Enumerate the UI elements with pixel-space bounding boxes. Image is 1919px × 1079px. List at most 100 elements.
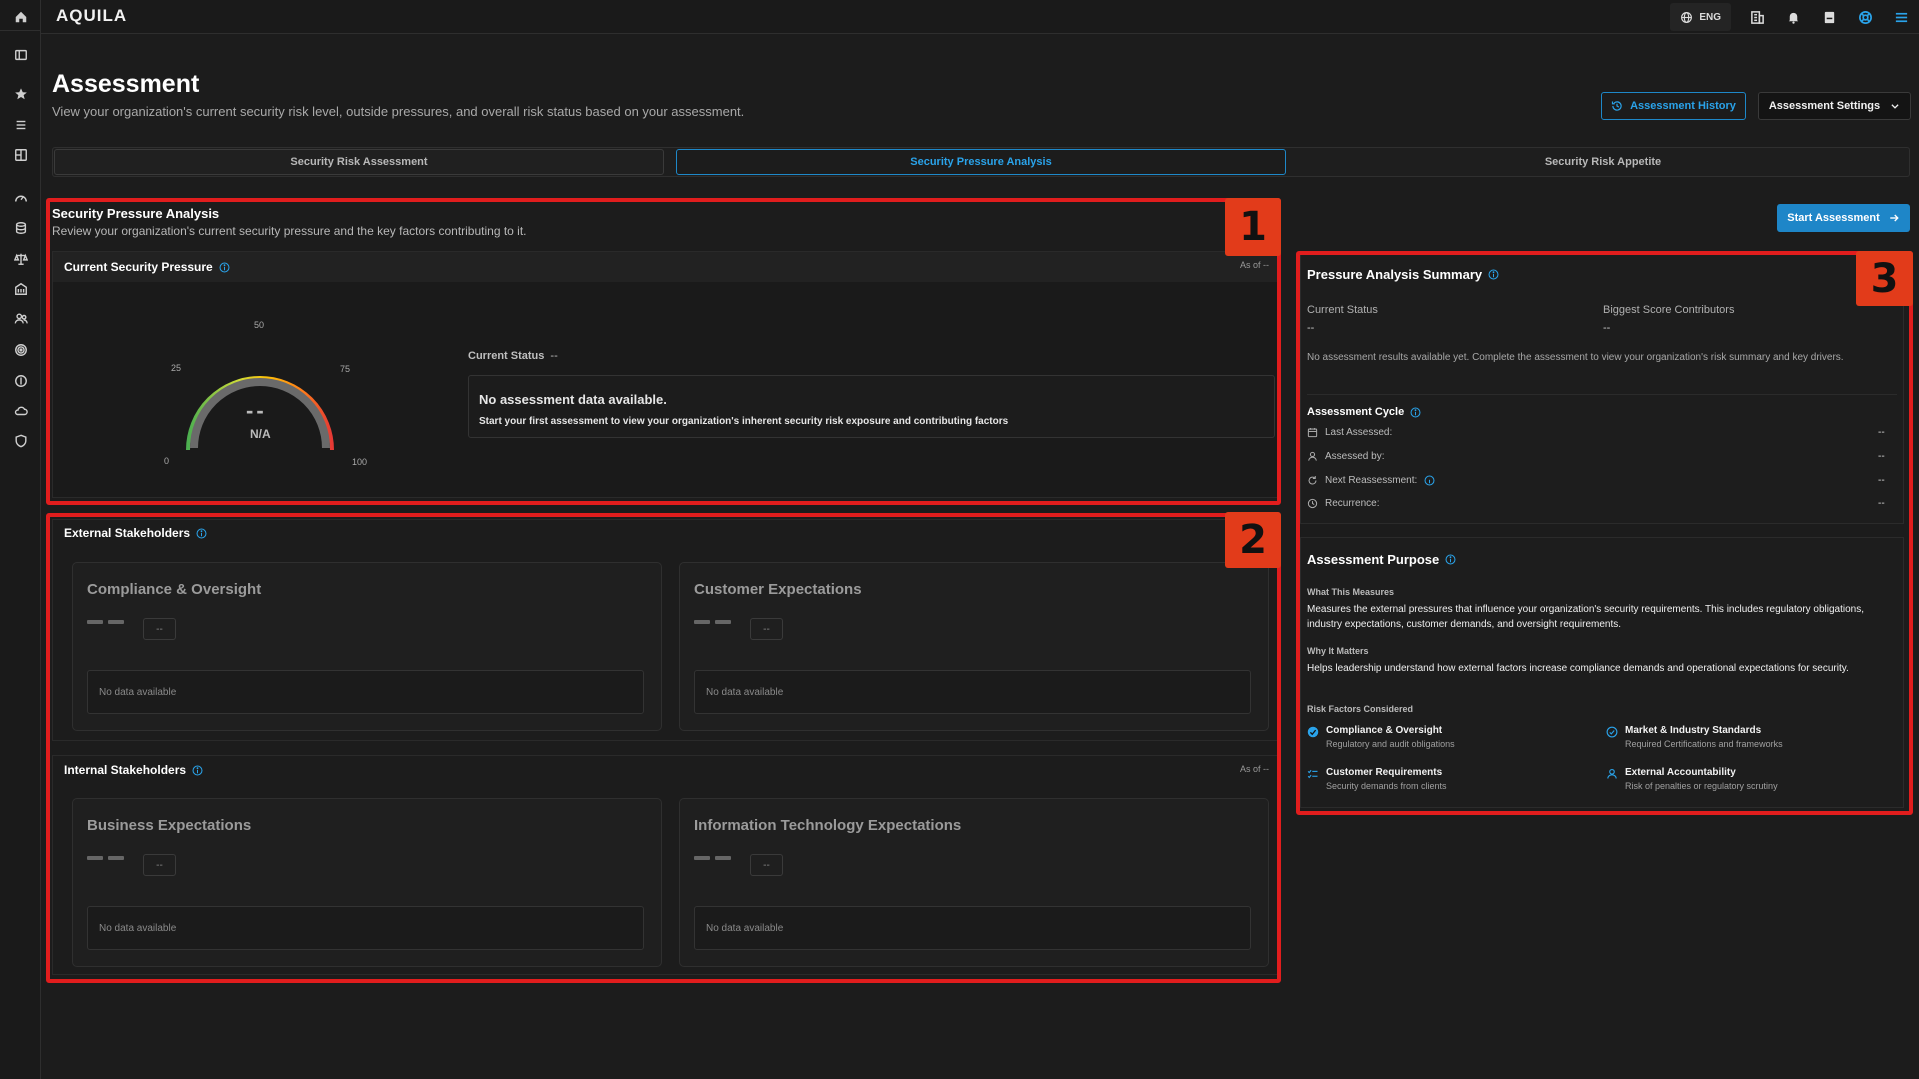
home-icon[interactable] <box>0 3 41 31</box>
risk-factor-compliance: Compliance & Oversight Regulatory and aud… <box>1307 725 1455 749</box>
info-icon[interactable] <box>1488 269 1499 280</box>
speedometer-icon[interactable] <box>0 186 41 210</box>
external-stakeholders-title: External Stakeholders <box>64 526 207 540</box>
bell-icon[interactable] <box>1775 0 1811 34</box>
external-stakeholders-text: External Stakeholders <box>64 526 191 540</box>
cycle-label: Recurrence: <box>1325 498 1380 509</box>
score-chip: -- <box>143 854 176 876</box>
cycle-next-reassessment: Next Reassessment: <box>1307 475 1435 486</box>
tab-security-risk-assessment[interactable]: Security Risk Assessment <box>54 149 664 175</box>
tab-security-pressure-analysis[interactable]: Security Pressure Analysis <box>676 149 1286 175</box>
inbox-icon[interactable] <box>1811 0 1847 34</box>
info-icon[interactable] <box>1445 554 1456 565</box>
annotation-tag-2: 2 <box>1225 512 1281 568</box>
top-bar: AQUILA ENG <box>41 0 1919 34</box>
score-placeholder <box>694 856 731 860</box>
person-icon <box>1607 768 1617 779</box>
card-title: Compliance & Oversight <box>87 581 262 598</box>
cloud-icon[interactable] <box>0 399 41 423</box>
app-logo[interactable]: AQUILA <box>56 6 127 26</box>
cycle-recurrence-value: -- <box>1878 498 1885 509</box>
it-expectations-card: Information Technology Expectations -- N… <box>679 798 1269 967</box>
assessment-cycle-text: Assessment Cycle <box>1307 406 1405 418</box>
info-icon[interactable] <box>192 765 203 776</box>
card-title-text: Current Security Pressure <box>64 260 213 274</box>
check-circle-icon <box>1307 726 1319 738</box>
menu-icon[interactable] <box>1883 0 1919 34</box>
risk-factor-sub: Required Certifications and frameworks <box>1625 739 1783 749</box>
list-icon[interactable] <box>0 113 41 137</box>
no-assessment-title: No assessment data available. <box>479 392 667 407</box>
assessment-settings-button[interactable]: Assessment Settings <box>1758 92 1911 120</box>
summary-title-text: Pressure Analysis Summary <box>1307 267 1483 282</box>
compliance-oversight-card: Compliance & Oversight -- No data availa… <box>72 562 662 731</box>
tab-security-risk-appetite[interactable]: Security Risk Appetite <box>1298 149 1908 175</box>
assessment-cycle-title: Assessment Cycle <box>1307 406 1421 418</box>
cycle-last-assessed-value: -- <box>1878 427 1885 438</box>
database-icon[interactable] <box>0 216 41 240</box>
start-assessment-label: Start Assessment <box>1787 212 1880 224</box>
info-icon[interactable] <box>196 528 207 539</box>
risk-factor-market: Market & Industry Standards Required Cert… <box>1606 725 1783 749</box>
assessment-settings-label: Assessment Settings <box>1768 100 1881 112</box>
internal-as-of-label: As of -- <box>1240 764 1270 774</box>
summary-message: No assessment results available yet. Com… <box>1307 352 1844 363</box>
language-label: ENG <box>1699 11 1721 23</box>
summary-title: Pressure Analysis Summary <box>1307 267 1499 282</box>
why-matters-text: Helps leadership understand how external… <box>1307 663 1849 674</box>
clock-icon <box>1307 498 1318 509</box>
organization-icon[interactable] <box>1739 0 1775 34</box>
gauge-tick-75: 75 <box>340 364 351 374</box>
start-assessment-button[interactable]: Start Assessment <box>1777 204 1910 232</box>
globe-icon <box>1681 11 1693 23</box>
no-assessment-subtitle: Start your first assessment to view your… <box>479 416 1009 427</box>
badge-check-icon <box>1606 726 1618 738</box>
scales-icon[interactable] <box>0 247 41 271</box>
users-icon[interactable] <box>0 307 41 331</box>
shield-icon[interactable] <box>0 429 41 453</box>
card-title: Business Expectations <box>87 817 252 834</box>
score-placeholder <box>87 620 124 624</box>
cycle-next-reassessment-value: -- <box>1878 475 1885 486</box>
info-icon[interactable] <box>1410 407 1421 418</box>
why-matters-label: Why It Matters <box>1307 646 1369 656</box>
assessment-history-label: Assessment History <box>1630 100 1736 112</box>
page-subtitle: View your organization's current securit… <box>52 104 745 119</box>
assessment-purpose-text: Assessment Purpose <box>1307 552 1440 567</box>
assessment-history-button[interactable]: Assessment History <box>1601 92 1746 120</box>
dashboard-icon[interactable] <box>0 143 41 167</box>
cycle-assessed-by-value: -- <box>1878 451 1885 462</box>
score-chip: -- <box>750 618 783 640</box>
as-of-label: As of -- <box>1239 260 1269 270</box>
current-status: Current Status -- <box>468 350 558 362</box>
risk-factors-label: Risk Factors Considered <box>1307 704 1414 714</box>
internal-stakeholders-title: Internal Stakeholders <box>64 763 203 777</box>
target-icon[interactable] <box>0 338 41 362</box>
star-icon[interactable] <box>0 82 41 106</box>
card-title: Information Technology Expectations <box>694 817 962 834</box>
score-chip: -- <box>143 618 176 640</box>
building-icon[interactable] <box>0 277 41 301</box>
risk-factor-title: External Accountability <box>1625 767 1736 778</box>
summary-current-status-value: -- <box>1307 322 1315 334</box>
no-data-box: No data available <box>87 670 644 714</box>
score-placeholder <box>87 856 124 860</box>
gauge-tick-50: 50 <box>254 320 265 330</box>
cycle-assessed-by: Assessed by: <box>1307 451 1384 462</box>
card-title: Customer Expectations <box>694 581 862 598</box>
info-icon[interactable] <box>1424 475 1435 486</box>
language-selector[interactable]: ENG <box>1670 3 1731 31</box>
info-icon[interactable] <box>219 262 230 273</box>
gauge-label: N/A <box>250 427 271 441</box>
annotation-tag-3: 3 <box>1856 251 1913 306</box>
compass-icon[interactable] <box>0 369 41 393</box>
panel-toggle-icon[interactable] <box>0 43 41 67</box>
risk-factor-title: Compliance & Oversight <box>1326 725 1443 736</box>
gauge-tick-0: 0 <box>164 456 170 466</box>
section-subtitle: Review your organization's current secur… <box>52 224 527 238</box>
what-measures-label: What This Measures <box>1307 587 1395 597</box>
no-data-box: No data available <box>87 906 644 950</box>
cycle-label: Last Assessed: <box>1325 427 1393 438</box>
no-assessment-box: No assessment data available. Start your… <box>468 375 1275 438</box>
help-lifebuoy-icon[interactable] <box>1847 0 1883 34</box>
